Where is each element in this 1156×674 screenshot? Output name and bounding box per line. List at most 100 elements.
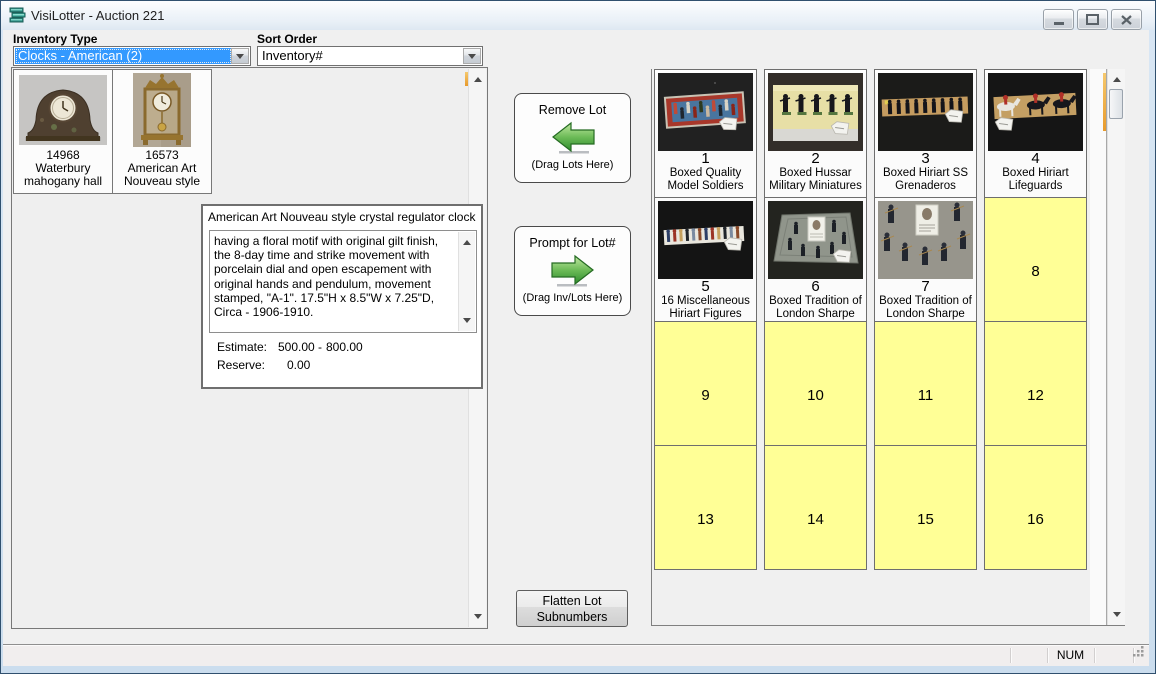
lot-scrollbar[interactable] bbox=[1107, 69, 1125, 625]
lot-cell[interactable]: 4 Boxed Hiriart Lifeguards bbox=[985, 73, 1086, 197]
partial-column-sliver bbox=[1103, 73, 1106, 131]
lot-label: Boxed Hiriart Lifeguards bbox=[985, 167, 1086, 193]
reserve-row: Reserve:0.00 bbox=[217, 358, 310, 372]
scroll-down-button[interactable] bbox=[1108, 606, 1125, 623]
lot-photo bbox=[875, 73, 976, 151]
item-detail-popup: American Art Nouveau style crystal regul… bbox=[201, 204, 483, 389]
inventory-type-dropdown-button[interactable] bbox=[231, 48, 249, 64]
inventory-type-value: Clocks - American (2) bbox=[15, 48, 232, 64]
green-arrow-left-icon bbox=[515, 120, 630, 158]
lot-cell[interactable]: 2 Boxed Hussar Military Miniatures bbox=[765, 73, 866, 197]
lot-number: 10 bbox=[765, 322, 866, 404]
scroll-up-button[interactable] bbox=[469, 71, 486, 88]
lot-number: 8 bbox=[985, 198, 1086, 280]
lot-cell[interactable]: 11 bbox=[875, 321, 976, 445]
scrollbar-thumb[interactable] bbox=[1109, 89, 1123, 119]
scroll-up-icon bbox=[474, 77, 482, 82]
inventory-item-number: 14968 bbox=[14, 148, 112, 162]
lot-number: 4 bbox=[985, 151, 1086, 167]
prompt-for-lot-dropzone[interactable]: Prompt for Lot# (Drag Inv/Lots Here) bbox=[514, 226, 631, 316]
lot-cell[interactable]: 9 bbox=[655, 321, 756, 445]
lot-cell[interactable]: 15 bbox=[875, 445, 976, 569]
scroll-up-icon bbox=[1113, 77, 1121, 82]
remove-lot-dropzone[interactable]: Remove Lot (Drag Lots Here) bbox=[514, 93, 631, 183]
lot-photo bbox=[655, 73, 756, 151]
lot-label: 16 Miscellaneous Hiriart Figures bbox=[655, 295, 756, 321]
lot-number: 3 bbox=[875, 151, 976, 167]
lot-cell[interactable]: 6 Boxed Tradition of London Sharpe bbox=[765, 197, 866, 321]
description-scrollbar[interactable] bbox=[458, 232, 475, 331]
window-title: VisiLotter - Auction 221 bbox=[31, 8, 164, 23]
sort-order-dropdown-button[interactable] bbox=[463, 48, 481, 64]
item-detail-title: American Art Nouveau style crystal regul… bbox=[203, 206, 481, 226]
close-button[interactable] bbox=[1111, 9, 1142, 30]
flatten-lot-subnumbers-button[interactable]: Flatten Lot Subnumbers bbox=[516, 590, 628, 627]
lot-column: 4 Boxed Hiriart Lifeguards 8 12 16 bbox=[984, 69, 1087, 570]
lot-cell[interactable]: 12 bbox=[985, 321, 1086, 445]
status-bar: NUM bbox=[3, 644, 1149, 666]
resize-grip[interactable] bbox=[1132, 645, 1145, 663]
item-description-text: having a floral motif with original gilt… bbox=[214, 234, 456, 330]
maximize-button[interactable] bbox=[1077, 9, 1108, 30]
scroll-down-button[interactable] bbox=[469, 608, 486, 625]
lot-panel-gutter bbox=[1090, 69, 1107, 625]
lot-number: 6 bbox=[765, 279, 866, 295]
chevron-down-icon bbox=[468, 54, 476, 59]
prompt-for-lot-hint: (Drag Inv/Lots Here) bbox=[515, 292, 630, 304]
lot-cell[interactable]: 16 bbox=[985, 445, 1086, 569]
scroll-down-icon bbox=[1113, 612, 1121, 617]
item-description-box[interactable]: having a floral motif with original gilt… bbox=[209, 230, 477, 333]
estimate-low: 500.00 - bbox=[278, 340, 326, 354]
lot-number: 1 bbox=[655, 151, 756, 167]
sort-order-value: Inventory# bbox=[259, 48, 464, 64]
scroll-up-button[interactable] bbox=[1108, 71, 1125, 88]
inventory-item[interactable]: 14968 Waterbury mahogany hall bbox=[13, 69, 113, 194]
lot-number: 11 bbox=[875, 322, 976, 404]
inventory-item-photo bbox=[113, 73, 211, 147]
lot-photo bbox=[985, 73, 1086, 151]
lot-cell[interactable]: 8 bbox=[985, 197, 1086, 321]
remove-lot-title: Remove Lot bbox=[515, 103, 630, 117]
inventory-type-dropdown[interactable]: Clocks - American (2) bbox=[13, 46, 251, 66]
lot-cell[interactable]: 13 bbox=[655, 445, 756, 569]
lot-number: 2 bbox=[765, 151, 866, 167]
inventory-item-name: Waterbury mahogany hall bbox=[14, 162, 112, 188]
close-icon bbox=[1121, 15, 1132, 25]
minimize-button[interactable] bbox=[1043, 9, 1074, 30]
lot-column: 3 Boxed Hiriart SS Grenaderos 7 Boxed Tr… bbox=[874, 69, 977, 570]
lot-grid-panel[interactable]: 1 Boxed Quality Model Soldiers 5 16 Misc… bbox=[651, 69, 1125, 626]
lot-cell[interactable]: 7 Boxed Tradition of London Sharpe bbox=[875, 197, 976, 321]
prompt-for-lot-title: Prompt for Lot# bbox=[515, 236, 630, 250]
lot-label: Boxed Hiriart SS Grenaderos bbox=[875, 167, 976, 193]
lot-cell[interactable]: 1 Boxed Quality Model Soldiers bbox=[655, 73, 756, 197]
lot-label: Boxed Tradition of London Sharpe bbox=[765, 295, 866, 321]
app-window: VisiLotter - Auction 221 Inventory Type … bbox=[0, 0, 1156, 674]
scroll-up-button[interactable] bbox=[459, 234, 475, 251]
lot-cell[interactable]: 5 16 Miscellaneous Hiriart Figures bbox=[655, 197, 756, 321]
inventory-item-photo bbox=[14, 73, 112, 147]
inventory-item-name: American Art Nouveau style bbox=[113, 162, 211, 188]
minimize-icon bbox=[1054, 22, 1064, 25]
scroll-down-icon bbox=[463, 318, 471, 323]
lot-photo bbox=[875, 201, 976, 279]
reserve-label: Reserve: bbox=[217, 358, 278, 372]
reserve-value: 0.00 bbox=[278, 358, 310, 372]
num-lock-indicator: NUM bbox=[1047, 648, 1094, 662]
lot-number: 9 bbox=[655, 322, 756, 404]
lot-cell[interactable]: 10 bbox=[765, 321, 866, 445]
sort-order-dropdown[interactable]: Inventory# bbox=[257, 46, 483, 66]
estimate-row: Estimate:500.00 -800.00 bbox=[217, 340, 363, 354]
inventory-item[interactable]: 16573 American Art Nouveau style bbox=[112, 69, 212, 194]
titlebar[interactable]: VisiLotter - Auction 221 bbox=[1, 1, 1155, 30]
lot-number: 16 bbox=[985, 446, 1086, 528]
inventory-item-number: 16573 bbox=[113, 148, 211, 162]
lot-cell[interactable]: 14 bbox=[765, 445, 866, 569]
lot-cell[interactable]: 3 Boxed Hiriart SS Grenaderos bbox=[875, 73, 976, 197]
lot-photo bbox=[765, 73, 866, 151]
scroll-down-button[interactable] bbox=[459, 312, 475, 329]
lot-label: Boxed Quality Model Soldiers bbox=[655, 167, 756, 193]
chevron-down-icon bbox=[236, 54, 244, 59]
lot-photo bbox=[765, 201, 866, 279]
flatten-button-line2: Subnumbers bbox=[523, 609, 621, 625]
lot-number: 15 bbox=[875, 446, 976, 528]
